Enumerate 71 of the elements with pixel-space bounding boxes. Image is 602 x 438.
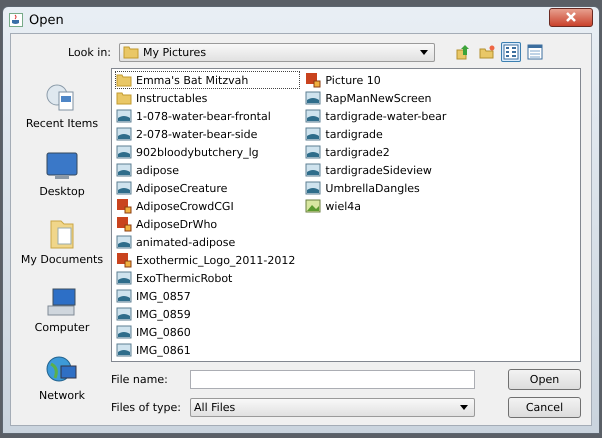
file-item[interactable]: IMG_0860 [115,323,300,341]
file-item[interactable]: IMG_0859 [115,305,300,323]
image-file-icon [116,234,132,250]
file-item[interactable]: IMG_0857 [115,287,300,305]
image-file-icon [116,342,132,358]
image-file-icon [116,108,132,124]
monitor-icon [45,150,79,182]
files-of-type-label: Files of type: [111,401,182,414]
image-file-icon [305,126,322,142]
places-item[interactable]: Desktop [39,150,85,198]
window-title: Open [29,12,65,28]
file-item[interactable]: wiel4a [304,197,452,215]
folder-icon [116,72,132,88]
file-item[interactable]: Exothermic_Logo_2011-2012 [115,251,300,269]
image-file-icon [116,180,132,196]
caret-icon [420,50,428,54]
image-file-icon [116,126,132,142]
places-item[interactable]: Computer [34,286,90,334]
file-item[interactable]: animated-adipose [115,233,300,251]
image-file-icon [116,144,132,160]
file-item[interactable]: Emma's Bat Mitzvah [115,71,300,89]
file-type-dropdown[interactable]: All Files [190,398,475,417]
file-item[interactable]: ExoThermicRobot [115,269,300,287]
cancel-button[interactable]: Cancel [508,397,581,418]
image-file-icon [305,90,322,106]
image-file-icon [116,288,132,304]
file-item[interactable]: tardigrade2 [304,143,452,161]
file-item[interactable]: 1-078-water-bear-frontal [115,107,300,125]
file-item[interactable]: AdiposeDrWho [115,215,300,233]
look-in-dropdown[interactable]: My Pictures [119,42,435,62]
places-item[interactable]: Recent Items [26,82,98,130]
file-item[interactable]: Instructables [115,89,300,107]
image-file-icon [305,180,322,196]
image-file-icon [116,198,132,214]
look-in-label: Look in: [68,46,111,58]
image-file-icon [305,108,322,124]
file-item[interactable]: tardigrade-water-bear [304,107,452,125]
image-file-icon [305,198,322,214]
image-file-icon [305,72,322,88]
list-view-icon[interactable] [501,42,521,62]
file-item[interactable]: AdiposeCrowdCGI [115,197,300,215]
file-item[interactable]: Picture 10 [304,71,452,89]
close-icon [566,12,576,22]
file-item[interactable]: AdiposeCreature [115,179,300,197]
folder-icon [116,90,132,106]
image-file-icon [305,144,322,160]
image-file-icon [116,252,132,268]
places-item[interactable]: Network [39,354,85,402]
file-item[interactable]: tardigrade [304,125,452,143]
file-item[interactable]: UmbrellaDangles [304,179,452,197]
image-file-icon [116,216,132,232]
close-button[interactable] [549,8,593,26]
image-file-icon [116,324,132,340]
image-file-icon [305,162,322,178]
file-name-field[interactable] [190,370,475,389]
places-item[interactable]: My Documents [20,218,104,266]
file-item[interactable]: 2-078-water-bear-side [115,125,300,143]
folder-icon [123,44,139,60]
file-item[interactable]: tardigradeSideview [304,161,452,179]
file-name-label: File name: [111,373,169,386]
file-item[interactable]: IMG_0861 [115,341,300,359]
image-file-icon [116,162,132,178]
cup-icon [9,13,23,27]
open-button[interactable]: Open [508,369,581,390]
file-item[interactable]: adipose [115,161,300,179]
file-item[interactable]: RapManNewScreen [304,89,452,107]
details-view-icon[interactable] [525,42,545,62]
file-item[interactable]: 902bloodybutchery_lg [115,143,300,161]
image-file-icon [116,270,132,286]
image-file-icon [116,306,132,322]
caret-icon [460,405,468,410]
